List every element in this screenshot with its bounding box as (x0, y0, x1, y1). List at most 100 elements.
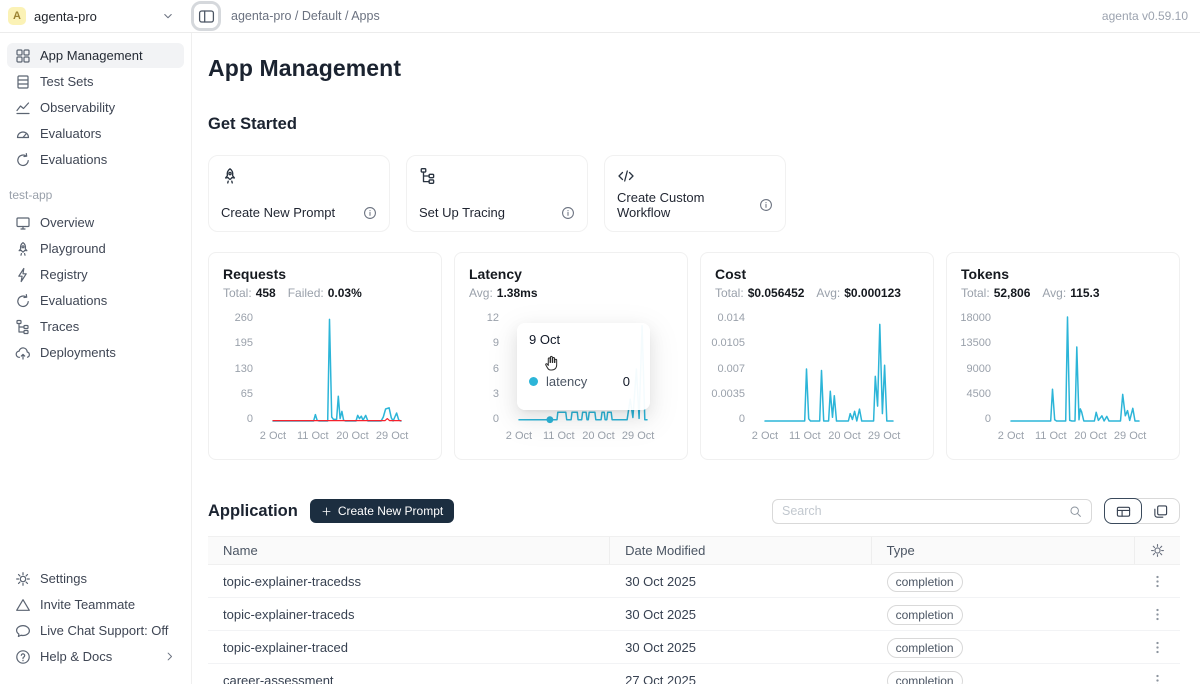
sidebar-item[interactable]: Registry (7, 262, 184, 287)
info-icon[interactable] (363, 206, 377, 220)
app-name: topic-explainer-tracedss (208, 574, 610, 589)
plus-icon (321, 506, 332, 517)
sidebar-toggle-button[interactable] (194, 4, 218, 28)
metric-title: Cost (715, 266, 919, 282)
series-dot (529, 377, 538, 386)
sidebar-item-label: Playground (40, 241, 106, 256)
metric-title: Requests (223, 266, 427, 282)
app-name: topic-explainer-traced (208, 640, 610, 655)
sidebar-item-label: Deployments (40, 345, 116, 360)
chart-plot (999, 313, 1165, 425)
search-box (772, 499, 1092, 524)
get-started-card[interactable]: Create New Prompt (208, 155, 390, 232)
table-header: Name Date Modified Type (208, 537, 1180, 565)
breadcrumb-area: agenta-pro / Default / Apps (185, 1, 380, 31)
metric-stats: Total:458Failed:0.03% (223, 286, 427, 300)
metrics-row: Requests Total:458Failed:0.03% 260195130… (208, 252, 1180, 460)
bolt-icon (15, 267, 31, 283)
table-row[interactable]: topic-explainer-tracedss 30 Oct 2025 com… (208, 565, 1180, 598)
type-badge: completion (887, 671, 963, 684)
info-icon[interactable] (561, 206, 575, 220)
sidebar-item[interactable]: Evaluations (7, 288, 184, 313)
x-axis-labels: 2 Oct11 Oct20 Oct29 Oct (261, 428, 427, 444)
search-icon[interactable] (1069, 505, 1082, 518)
sidebar-main-nav: App Management Test Sets Observability (7, 43, 184, 173)
column-header-date-modified: Date Modified (610, 537, 871, 564)
sidebar-footer-item[interactable]: Invite Teammate (7, 592, 184, 617)
sidebar-item[interactable]: Evaluations (7, 147, 184, 172)
y-axis-labels: 1800013500900045000 (961, 313, 999, 425)
sidebar-item[interactable]: Deployments (7, 340, 184, 365)
get-started-card-label: Create Custom Workflow (617, 190, 759, 220)
sidebar-item-label: Traces (40, 319, 79, 334)
sidebar-section-label: test-app (7, 188, 184, 202)
breadcrumb[interactable]: agenta-pro / Default / Apps (231, 9, 380, 23)
table-row[interactable]: career-assessment 27 Oct 2025 completion (208, 664, 1180, 684)
metric-title: Tokens (961, 266, 1165, 282)
sidebar-item[interactable]: Traces (7, 314, 184, 339)
sidebar-footer: Settings Invite Teammate Live Chat S (7, 566, 184, 670)
card-view-icon (1153, 504, 1168, 519)
more-menu-button[interactable] (1150, 574, 1165, 589)
sidebar-footer-item[interactable]: Help & Docs (7, 644, 184, 669)
table-row[interactable]: topic-explainer-traced 30 Oct 2025 compl… (208, 631, 1180, 664)
more-menu-button[interactable] (1150, 607, 1165, 622)
get-started-card[interactable]: Create Custom Workflow (604, 155, 786, 232)
rocket-icon (221, 167, 239, 185)
table-row[interactable]: topic-explainer-traceds 30 Oct 2025 comp… (208, 598, 1180, 631)
type-badge: completion (887, 605, 963, 625)
search-input[interactable] (782, 504, 1063, 518)
metric-stats: Total:52,806Avg:115.3 (961, 286, 1165, 300)
workspace-name: agenta-pro (34, 9, 153, 24)
card-view-button[interactable] (1141, 499, 1179, 523)
metric-stats: Total:$0.056452Avg:$0.000123 (715, 286, 919, 300)
sidebar-item[interactable]: Playground (7, 236, 184, 261)
panel-left-icon (198, 8, 215, 25)
refresh-icon (15, 152, 31, 168)
sidebar-item[interactable]: Observability (7, 95, 184, 120)
sidebar-item-label: Evaluations (40, 152, 107, 167)
sidebar-item-label: App Management (40, 48, 143, 63)
workspace-selector[interactable]: A agenta-pro (0, 7, 185, 25)
info-icon[interactable] (759, 198, 773, 212)
metric-chart: 0.0140.01050.0070.00350 2 Oct11 Oct20 Oc… (715, 313, 919, 444)
chevron-down-icon (161, 9, 175, 23)
sidebar-footer-item[interactable]: Live Chat Support: Off (7, 618, 184, 643)
chart-tooltip: 9 Oct latency 0 (517, 323, 650, 410)
more-menu-button[interactable] (1150, 640, 1165, 655)
chat-icon (15, 623, 31, 639)
metric-title: Latency (469, 266, 673, 282)
x-axis-labels: 2 Oct11 Oct20 Oct29 Oct (753, 428, 919, 444)
x-axis-labels: 2 Oct11 Oct20 Oct29 Oct (507, 428, 673, 444)
app-date-modified: 30 Oct 2025 (610, 607, 871, 622)
test-sets-icon (15, 74, 31, 90)
sidebar-footer-item[interactable]: Settings (7, 566, 184, 591)
app-date-modified: 27 Oct 2025 (610, 673, 871, 684)
app-date-modified: 30 Oct 2025 (610, 574, 871, 589)
sidebar-app-nav: Overview Playground Registry Eva (7, 210, 184, 366)
code-icon (617, 167, 635, 185)
sidebar-item[interactable]: Overview (7, 210, 184, 235)
app-date-modified: 30 Oct 2025 (610, 640, 871, 655)
get-started-card[interactable]: Set Up Tracing (406, 155, 588, 232)
sidebar-item[interactable]: App Management (7, 43, 184, 68)
sidebar-item[interactable]: Evaluators (7, 121, 184, 146)
grid-icon (15, 48, 31, 64)
sidebar-item-label: Help & Docs (40, 649, 112, 664)
gear-icon[interactable] (1150, 543, 1165, 558)
app-name: career-assessment (208, 673, 610, 684)
type-badge: completion (887, 638, 963, 658)
more-menu-button[interactable] (1150, 673, 1165, 684)
triangle-icon (15, 597, 31, 613)
chevron-right-icon (163, 650, 176, 663)
y-axis-labels: 129630 (469, 313, 507, 425)
refresh-icon (15, 293, 31, 309)
app-name: topic-explainer-traceds (208, 607, 610, 622)
table-view-button[interactable] (1104, 498, 1142, 524)
metric-card: Cost Total:$0.056452Avg:$0.000123 0.0140… (700, 252, 934, 460)
topbar: A agenta-pro agenta-pro / Default / Apps… (0, 0, 1200, 33)
sidebar-item[interactable]: Test Sets (7, 69, 184, 94)
x-axis-labels: 2 Oct11 Oct20 Oct29 Oct (999, 428, 1165, 444)
column-header-type: Type (872, 537, 1135, 564)
create-new-prompt-button[interactable]: Create New Prompt (310, 499, 454, 523)
